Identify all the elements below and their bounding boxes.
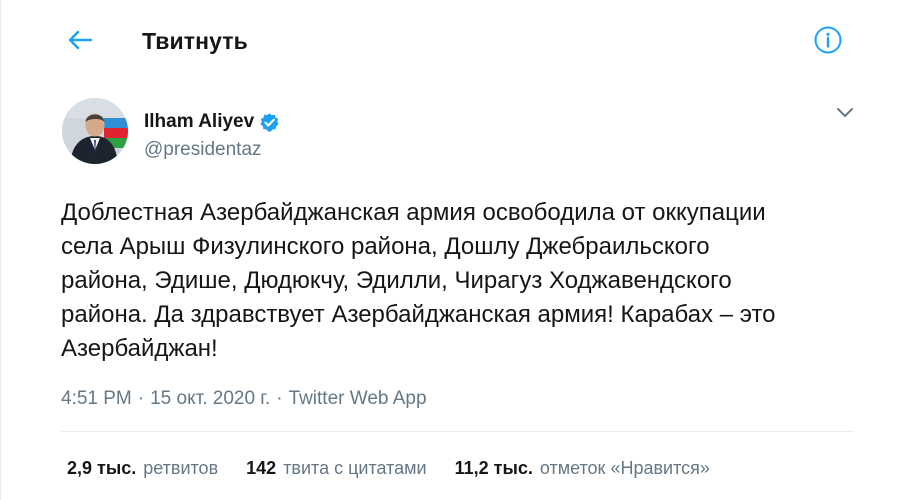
tweet-date[interactable]: 15 окт. 2020 г. [150,388,270,410]
likes-label: отметок «Нравится» [539,458,710,478]
verified-badge-icon [259,112,280,133]
quote-tweets-count: 142 [246,458,277,478]
likes-stat[interactable]: 11,2 тыс. отметок «Нравится» [455,458,710,479]
quote-tweets-stat[interactable]: 142 твита с цитатами [246,458,426,479]
tweet-menu-button[interactable] [830,100,860,130]
tweet-source[interactable]: Twitter Web App [289,388,427,410]
arrow-left-icon [67,29,93,56]
retweets-stat[interactable]: 2,9 тыс. ретвитов [67,458,218,479]
author-display-name[interactable]: Ilham Aliyev [144,111,254,133]
tweet-meta: 4:51 PM · 15 окт. 2020 г. · Twitter Web … [61,388,427,410]
quote-tweets-label: твита с цитатами [283,458,427,478]
avatar[interactable] [62,98,128,164]
tweet-author: Ilham Aliyev @presidentaz [144,110,280,161]
tweet-page: Твитнуть Ilham Aliyev @presidentaz Добле… [0,0,912,500]
retweets-count: 2,9 тыс. [67,458,137,478]
meta-separator: · [276,388,283,409]
tweet-time[interactable]: 4:51 PM [61,388,132,410]
tweet-text: Доблестная Азербайджанская армия освобод… [61,199,776,362]
likes-count: 11,2 тыс. [454,458,533,478]
chevron-down-icon [836,106,854,124]
meta-separator: · [137,388,145,409]
top-bar: Твитнуть [0,0,912,88]
info-circle-icon [813,25,843,60]
divider [61,431,854,432]
author-name-row: Ilham Aliyev [144,110,280,134]
author-handle[interactable]: @presidentaz [144,139,280,161]
info-button[interactable] [806,20,850,64]
page-title: Твитнуть [142,28,248,54]
back-button[interactable] [56,20,104,64]
tweet-stats: 2,9 тыс. ретвитов 142 твита с цитатами 1… [67,458,738,479]
retweets-label: ретвитов [143,458,219,478]
